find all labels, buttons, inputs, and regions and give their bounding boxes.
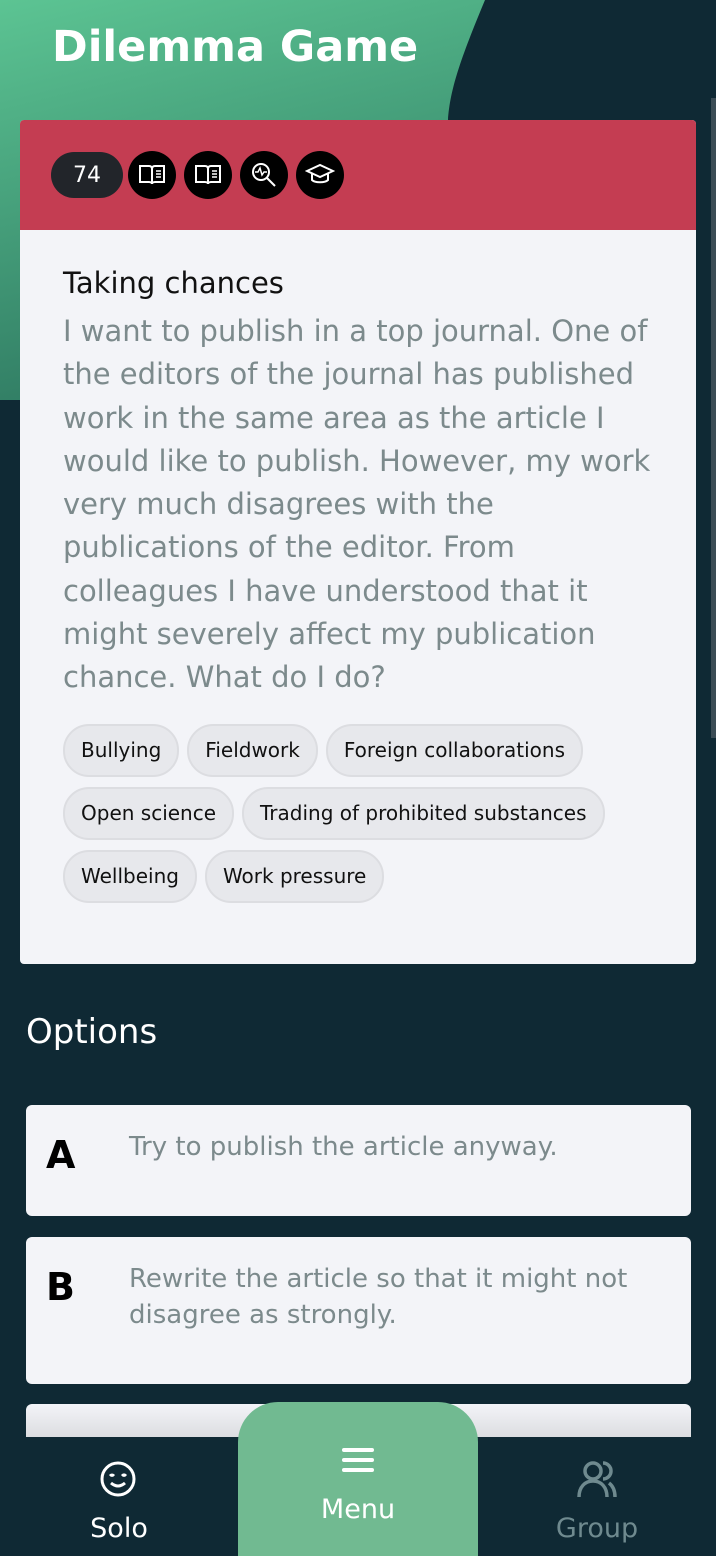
option-letter: A — [46, 1133, 76, 1177]
hamburger-icon — [342, 1448, 374, 1472]
nav-group[interactable]: Group — [478, 1437, 716, 1556]
option-a[interactable]: A Try to publish the article anyway. — [26, 1105, 691, 1216]
scrollbar[interactable] — [711, 98, 716, 738]
nav-solo-label: Solo — [90, 1513, 148, 1544]
tag[interactable]: Fieldwork — [187, 723, 318, 777]
tag[interactable]: Open science — [63, 786, 235, 840]
nav-group-label: Group — [555, 1513, 639, 1544]
option-text: Try to publish the article anyway. — [129, 1132, 558, 1162]
dilemma-number-badge: 74 — [51, 152, 123, 198]
book-icon — [184, 151, 232, 199]
data-search-icon — [240, 151, 288, 199]
nav-menu-label: Menu — [320, 1494, 396, 1525]
smiley-icon — [100, 1461, 136, 1497]
tag[interactable]: Trading of prohibited substances — [242, 786, 605, 840]
dilemma-card-header: 74 — [20, 120, 696, 230]
group-icon — [577, 1461, 617, 1498]
dilemma-text: I want to publish in a top journal. One … — [63, 314, 651, 695]
dilemma-card: 74 Taking chances I want to publish in a… — [20, 120, 696, 964]
tag[interactable]: Work pressure — [204, 849, 385, 903]
option-letter: B — [46, 1265, 75, 1309]
graduation-cap-icon — [296, 151, 344, 199]
tag[interactable]: Foreign collaborations — [325, 723, 583, 777]
tag[interactable]: Wellbeing — [63, 849, 197, 903]
tag-list: Bullying Fieldwork Foreign collaboration… — [63, 723, 653, 903]
book-icon — [128, 151, 176, 199]
nav-solo[interactable]: Solo — [0, 1437, 238, 1556]
option-text: Rewrite the article so that it might not… — [129, 1264, 628, 1330]
nav-menu[interactable]: Menu — [238, 1402, 478, 1556]
options-heading: Options — [26, 1012, 158, 1052]
dilemma-title: Taking chances — [63, 266, 284, 300]
tag[interactable]: Bullying — [63, 723, 180, 777]
option-b[interactable]: B Rewrite the article so that it might n… — [26, 1237, 691, 1384]
app-title: Dilemma Game — [52, 22, 419, 72]
